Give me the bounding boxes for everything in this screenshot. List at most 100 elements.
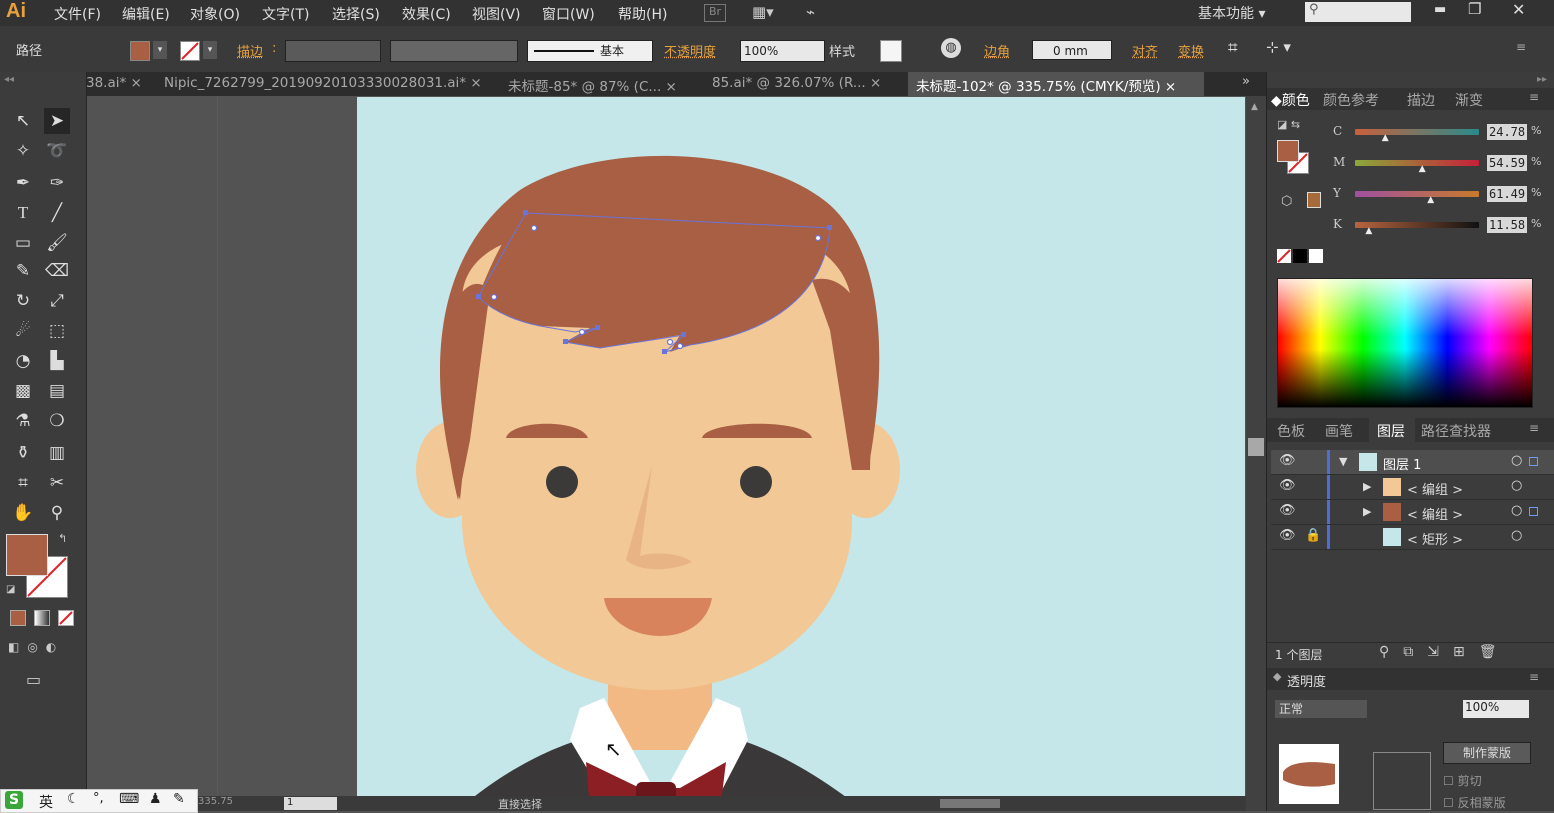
panel-fill-box[interactable] — [1277, 140, 1299, 162]
arrange-documents-icon[interactable]: ▦▾ — [752, 3, 774, 21]
mask-slot[interactable] — [1373, 752, 1431, 810]
layer-name[interactable]: 图层 1 — [1383, 454, 1421, 473]
slice-tool-icon[interactable]: ✂ — [44, 470, 70, 496]
expand-arrow-icon[interactable]: ▶ — [1363, 480, 1371, 493]
paintbrush-tool-icon[interactable]: 🖌 — [44, 230, 70, 256]
user-icon[interactable]: ♟ — [149, 791, 162, 807]
menu-edit[interactable]: 编辑(E) — [122, 4, 170, 24]
tab-untitled-85[interactable]: 未标题-85* @ 87% (C... × — [508, 75, 677, 95]
visibility-eye-icon[interactable]: 👁 — [1279, 528, 1296, 543]
blend-tool-icon[interactable]: ❍ — [44, 408, 70, 434]
mask-thumbnail[interactable] — [1279, 744, 1339, 804]
direct-selection-tool-icon[interactable]: ➤ — [44, 108, 70, 134]
menu-select[interactable]: 选择(S) — [332, 4, 380, 24]
channel-slider-thumb[interactable]: ▲ — [1365, 226, 1372, 236]
layer-row[interactable]: 👁 ▶ < 编组 > ○ — [1271, 475, 1554, 500]
clip-checkbox[interactable]: ☐ 剪切 — [1443, 772, 1482, 789]
visibility-eye-icon[interactable]: 👁 — [1279, 503, 1296, 518]
default-colors-icon[interactable]: ◪ — [6, 584, 15, 595]
channel-value-m[interactable]: 54.59 — [1487, 155, 1527, 171]
scale-tool-icon[interactable]: ⤢ — [44, 288, 70, 314]
color-spectrum[interactable] — [1277, 278, 1533, 408]
make-mask-button[interactable]: 制作蒙版 — [1443, 742, 1531, 764]
lasso-tool-icon[interactable]: ➰ — [44, 138, 70, 164]
symbol-sprayer-icon[interactable]: ⚱ — [10, 440, 36, 466]
channel-slider-y[interactable] — [1355, 191, 1479, 197]
tab-swatches[interactable]: 色板 — [1277, 421, 1305, 441]
menu-object[interactable]: 对象(O) — [190, 4, 240, 24]
gamut-swatch[interactable] — [1307, 192, 1321, 208]
tab-85[interactable]: 85.ai* @ 326.07% (R... × — [712, 75, 881, 91]
invert-mask-checkbox[interactable]: ☐ 反相蒙版 — [1443, 794, 1506, 811]
opacity-label[interactable]: 不透明度 — [664, 41, 716, 60]
menu-help[interactable]: 帮助(H) — [618, 4, 667, 24]
stroke-dropdown-icon[interactable]: ▾ — [203, 41, 217, 59]
menu-effect[interactable]: 效果(C) — [402, 4, 451, 24]
gpu-performance-icon[interactable]: ⌁ — [806, 3, 815, 21]
menu-view[interactable]: 视图(V) — [472, 4, 521, 24]
scroll-up-icon[interactable]: ▲ — [1251, 102, 1258, 112]
line-tool-icon[interactable]: ╱ — [44, 200, 70, 226]
align-link[interactable]: 对齐 — [1132, 41, 1158, 60]
panel-menu-icon[interactable]: ≡ — [1516, 40, 1526, 54]
tab-stroke[interactable]: 描边 — [1407, 90, 1435, 110]
column-graph-icon[interactable]: ▥ — [44, 440, 70, 466]
channel-slider-thumb[interactable]: ▲ — [1382, 133, 1389, 143]
variable-width-profile[interactable] — [390, 40, 518, 62]
close-icon[interactable]: ✕ — [1512, 0, 1525, 19]
visibility-eye-icon[interactable]: 👁 — [1279, 453, 1296, 468]
tab-gradient[interactable]: 渐变 — [1455, 90, 1483, 110]
punctuation-icon[interactable]: °, — [93, 791, 104, 806]
menu-window[interactable]: 窗口(W) — [542, 4, 595, 24]
color-panel-menu-icon[interactable]: ≡ — [1529, 90, 1539, 104]
eraser-tool-icon[interactable]: ⌫ — [44, 258, 70, 284]
mesh-tool-icon[interactable]: ▩ — [10, 378, 36, 404]
screen-mode-icon[interactable]: ▭ — [26, 670, 41, 689]
transparency-menu-icon[interactable]: ≡ — [1529, 670, 1539, 684]
artboard[interactable]: ↖ — [357, 97, 1245, 811]
transform-link[interactable]: 变换 — [1178, 41, 1204, 60]
zoom-tool-icon[interactable]: ⚲ — [44, 500, 70, 526]
gradient-mode-icon[interactable] — [34, 610, 50, 626]
shape-builder-icon[interactable]: ◔ — [10, 348, 36, 374]
group-name[interactable]: < 编组 > — [1407, 504, 1463, 523]
rotate-tool-icon[interactable]: ↻ — [10, 288, 36, 314]
group-name[interactable]: < 编组 > — [1407, 479, 1463, 498]
wrench-icon[interactable]: ✎ — [173, 791, 185, 807]
corner-radius-field[interactable]: 0 mm — [1032, 40, 1112, 60]
tabs-overflow-icon[interactable]: » — [1242, 74, 1250, 89]
scroll-thumb[interactable] — [1248, 438, 1264, 456]
layer-row[interactable]: 👁 ▶ < 编组 > ○ — [1271, 500, 1554, 525]
ime-language[interactable]: 英 — [39, 792, 53, 812]
layer-actions-icons[interactable]: ⚲⧉⇲⊞🗑 — [1379, 644, 1510, 660]
swap-colors-icon[interactable]: ↰ — [58, 532, 67, 545]
brush-definition-dropdown[interactable]: 基本 — [527, 40, 653, 62]
menu-file[interactable]: 文件(F) — [54, 4, 101, 24]
select-similar-icon[interactable]: ⊹ ▾ — [1266, 38, 1291, 56]
sogou-icon[interactable]: S — [5, 791, 23, 809]
blend-mode-dropdown[interactable]: 正常 — [1275, 700, 1367, 718]
channel-value-k[interactable]: 11.58 — [1487, 217, 1527, 233]
free-transform-icon[interactable]: ⬚ — [44, 318, 70, 344]
channel-slider-thumb[interactable]: ▲ — [1419, 164, 1426, 174]
tab-pathfinder[interactable]: 路径查找器 — [1421, 421, 1491, 441]
fill-color-box[interactable] — [6, 534, 48, 576]
default-fill-stroke-icon[interactable]: ◪ ⇆ — [1277, 118, 1300, 131]
layers-panel-menu-icon[interactable]: ≡ — [1529, 421, 1539, 435]
layer-row[interactable]: 👁 ▼ 图层 1 ○ — [1271, 450, 1554, 475]
eyedropper-tool-icon[interactable]: ⚗ — [10, 408, 36, 434]
channel-slider-thumb[interactable]: ▲ — [1427, 195, 1434, 205]
restore-icon[interactable]: ❐ — [1468, 0, 1481, 18]
opacity-field[interactable]: 100% — [740, 40, 825, 62]
selection-indicator[interactable] — [1529, 457, 1538, 466]
tab-nipic[interactable]: Nipic_7262799_20190920103330028031.ai* × — [164, 75, 482, 91]
color-mode-icon[interactable] — [10, 610, 26, 626]
white-swatch[interactable] — [1309, 249, 1323, 263]
target-circle-icon[interactable]: ○ — [1511, 528, 1522, 543]
tab-38[interactable]: 38.ai* × — [86, 75, 142, 91]
search-input[interactable]: ⚲ — [1305, 2, 1411, 22]
corner-label[interactable]: 边角 — [984, 41, 1010, 60]
transparency-opacity-field[interactable]: 100% — [1463, 700, 1529, 718]
expand-arrow-icon[interactable]: ▶ — [1363, 505, 1371, 518]
stroke-swatch[interactable] — [180, 41, 200, 61]
